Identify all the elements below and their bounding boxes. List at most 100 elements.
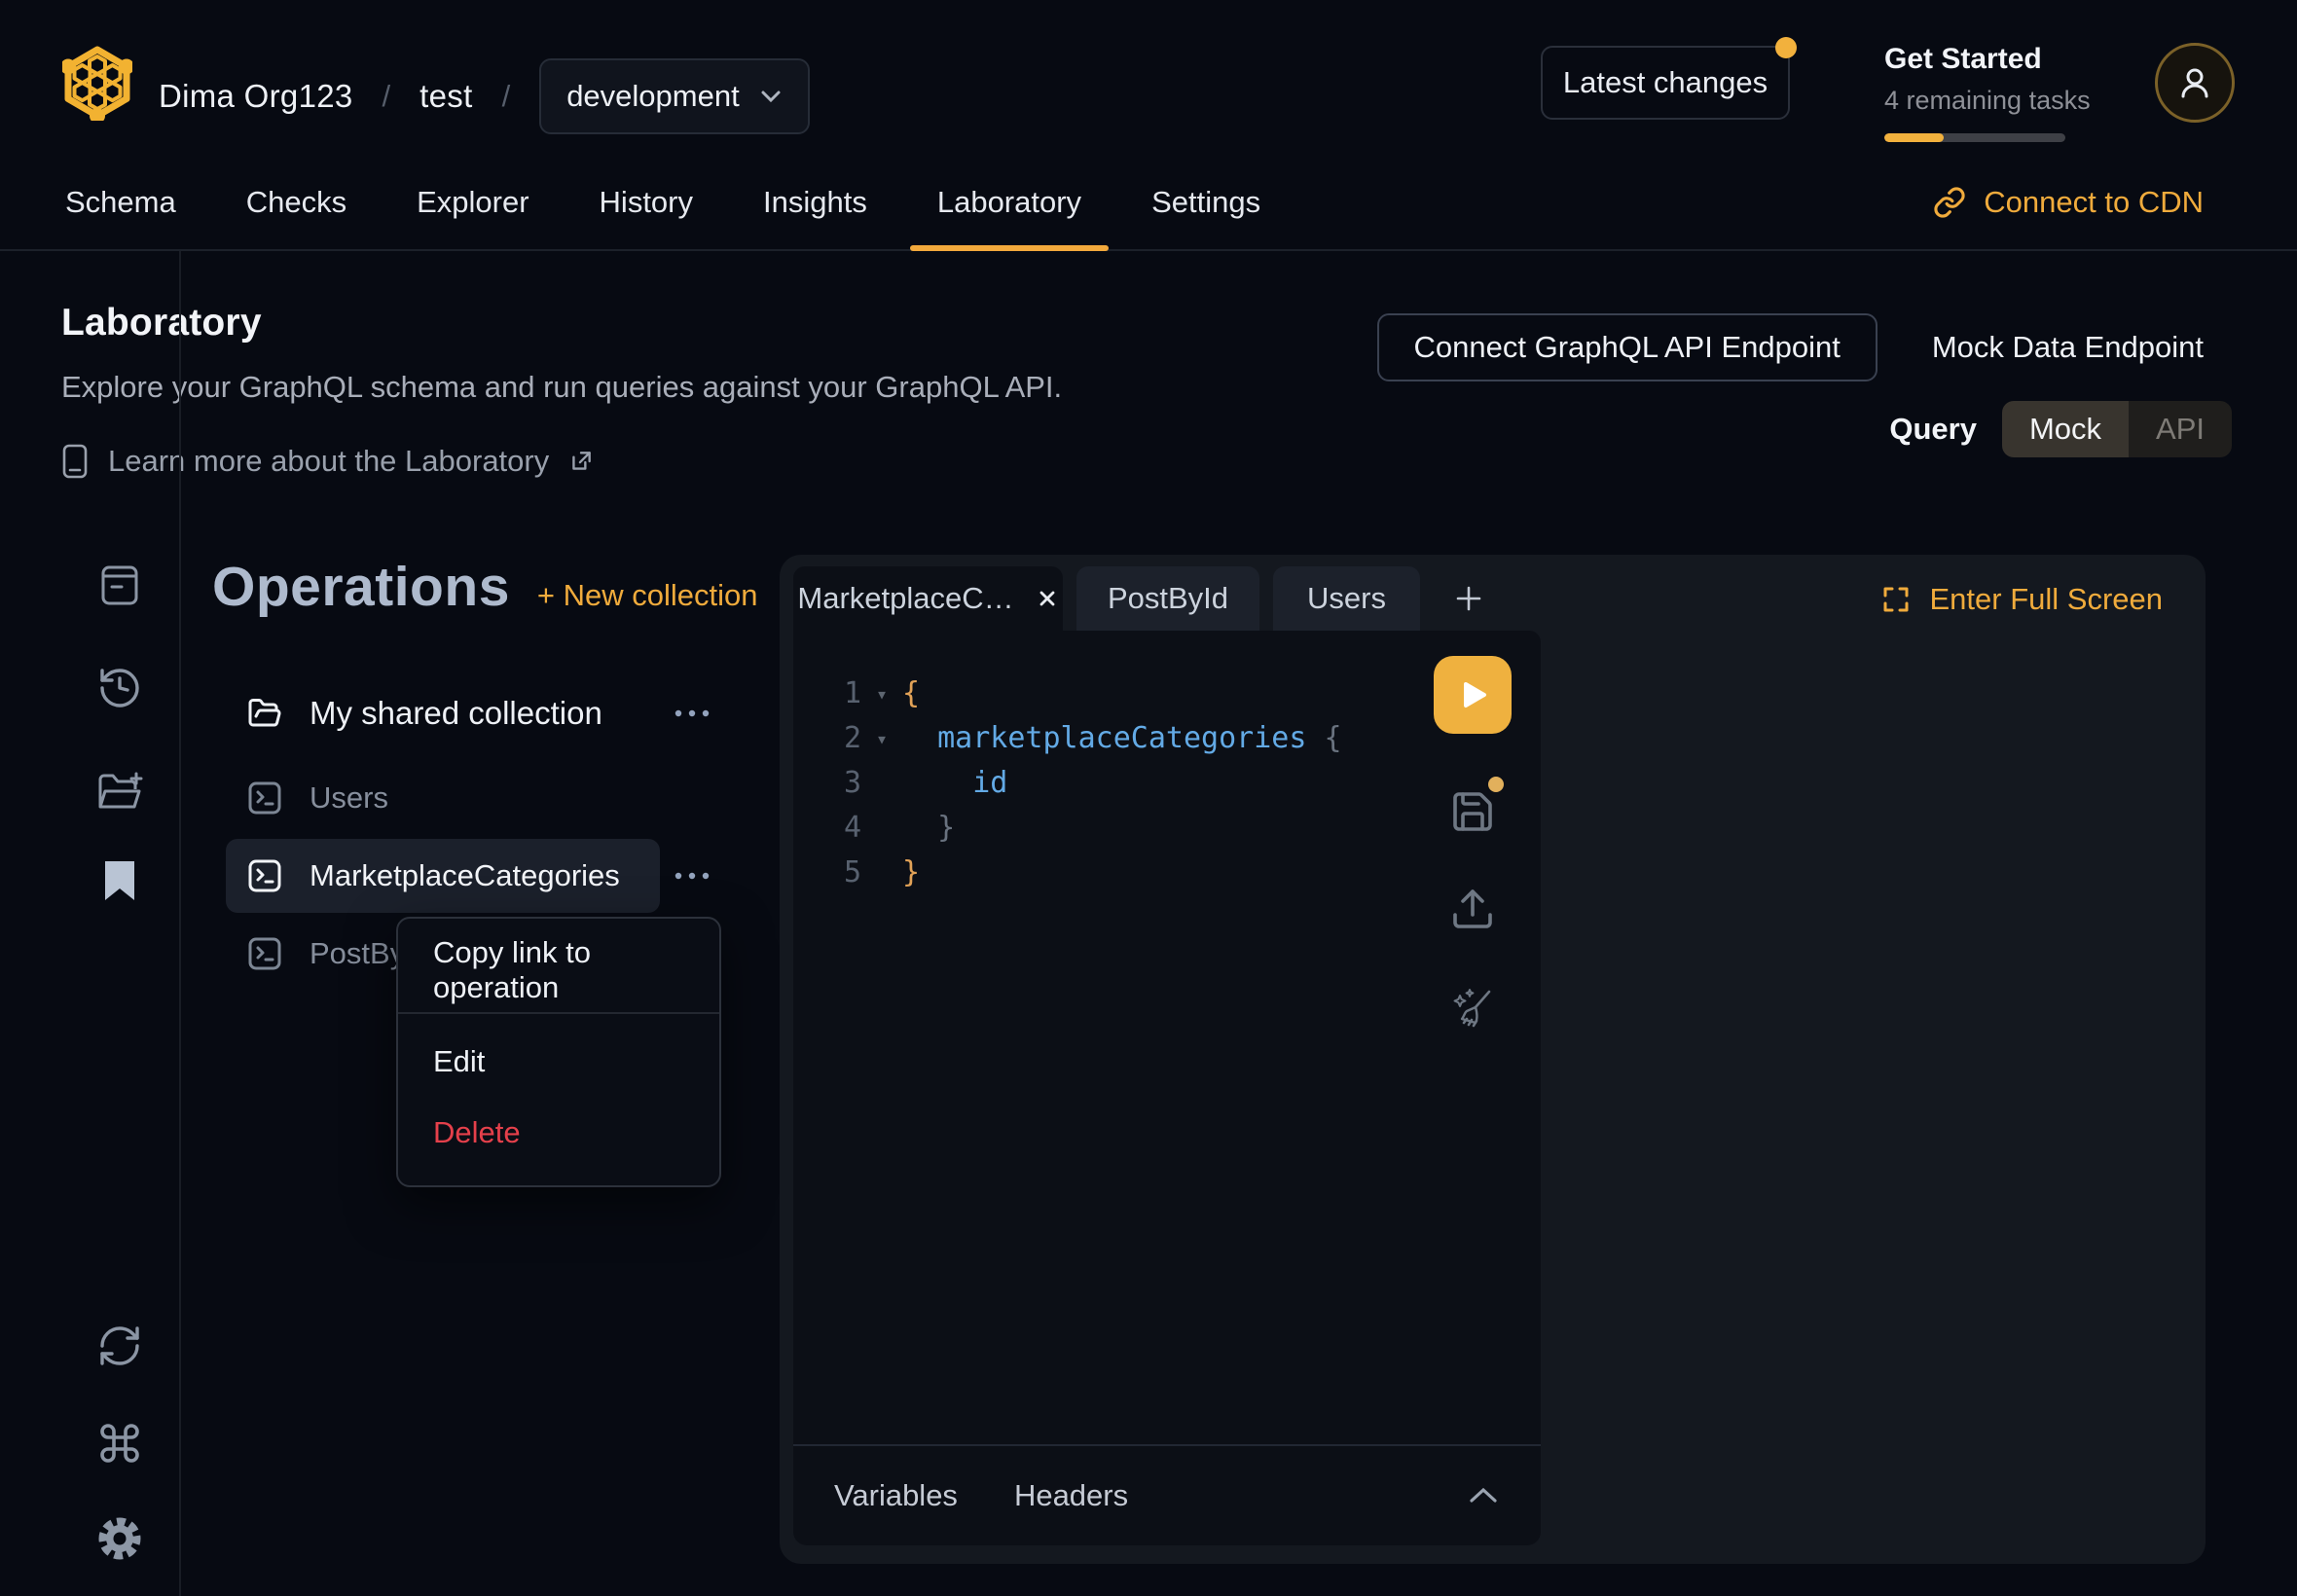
get-started-widget[interactable]: Get Started 4 remaining tasks [1884,43,2069,142]
progress-bar [1884,133,2065,142]
new-collection-link[interactable]: + New collection [537,578,758,613]
menu-item-copy-link[interactable]: Copy link to operation [398,934,719,1006]
fullscreen-icon [1881,585,1911,614]
breadcrumb-separator: / [502,79,511,114]
editor-tab-users[interactable]: Users [1273,566,1420,631]
code-line: 1 ▾ { [793,671,1541,716]
page-description: Explore your GraphQL schema and run quer… [61,370,1062,405]
operation-menu-button[interactable] [662,852,722,899]
operations-title: Operations [212,555,510,619]
sync-button[interactable] [93,1320,146,1372]
get-started-title: Get Started [1884,43,2069,76]
share-operation-button[interactable] [1445,882,1500,936]
code-line: 5 } [793,851,1541,895]
collection-toggle[interactable]: My shared collection [226,676,660,750]
operation-row-users: Users [212,761,777,835]
external-link-icon [568,449,594,474]
new-collection-button[interactable] [93,765,146,817]
query-editor[interactable]: 1 ▾ { 2 ▾ marketplaceCategories{ 3 id 4 [793,631,1541,1545]
code-token: id [972,766,1007,800]
enter-full-screen-label: Enter Full Screen [1930,582,2164,617]
tab-laboratory[interactable]: Laboratory [933,156,1085,249]
menu-item-delete[interactable]: Delete [398,1104,719,1162]
breadcrumb: Dima Org123 / test / development [159,58,810,134]
book-dash-icon [96,562,143,608]
query-mode-segmented-control: Mock API [2002,401,2232,457]
query-mode-toggle: Query Mock API [1889,401,2232,457]
laboratory-editor-panel: MarketplaceC… PostById Users Enter Fu [780,555,2206,1564]
saved-operations-button[interactable] [93,854,146,907]
graphql-hive-app: Dima Org123 / test / development Latest … [0,0,2297,1596]
operation-icon [245,934,284,973]
code-line: 4 } [793,806,1541,851]
run-query-button[interactable] [1434,656,1512,734]
menu-divider [398,1012,719,1014]
headers-tab[interactable]: Headers [1014,1478,1128,1513]
collection-menu-button[interactable] [662,690,722,737]
editor-tab-bar: MarketplaceC… PostById Users [793,566,1498,631]
tab-history[interactable]: History [596,156,697,249]
code-token: marketplaceCategories [937,721,1306,755]
progress-bar-fill [1884,133,1944,142]
query-mode-mock[interactable]: Mock [2002,401,2129,457]
code-area[interactable]: 1 ▾ { 2 ▾ marketplaceCategories{ 3 id 4 [793,631,1541,1444]
code-token: } [902,855,920,889]
collapse-panel-button[interactable] [1467,1485,1500,1506]
operation-users[interactable]: Users [226,761,660,835]
fold-gutter [861,851,902,895]
editor-tab-post-by-id[interactable]: PostById [1076,566,1259,631]
tab-checks[interactable]: Checks [242,156,350,249]
save-operation-button[interactable] [1445,784,1500,839]
user-avatar[interactable] [2155,43,2235,123]
code-line: 3 id [793,761,1541,806]
docs-button[interactable] [93,559,146,611]
learn-more-link[interactable]: Learn more about the Laboratory [61,444,1062,479]
breadcrumb-org[interactable]: Dima Org123 [159,78,353,115]
laboratory-side-rail [0,251,181,1596]
operation-icon [245,779,284,817]
breadcrumb-graph[interactable]: test [419,78,472,115]
new-tab-icon[interactable] [1440,566,1498,631]
tab-schema[interactable]: Schema [61,156,180,249]
settings-button[interactable] [93,1512,146,1565]
history-icon [96,665,143,711]
hive-logo-icon[interactable] [62,45,132,121]
query-mode-api[interactable]: API [2129,401,2232,457]
bookmark-icon [103,859,136,902]
history-button[interactable] [93,662,146,714]
tab-explorer[interactable]: Explorer [413,156,532,249]
fold-toggle-icon[interactable]: ▾ [861,671,902,716]
fold-toggle-icon[interactable]: ▾ [861,716,902,761]
link-icon [1933,186,1966,219]
notification-dot [1775,37,1797,58]
variant-selector[interactable]: development [539,58,810,134]
upload-icon [1449,886,1496,932]
editor-tab-label: Users [1307,581,1386,616]
shortcuts-button[interactable] [93,1417,146,1469]
close-tab-icon[interactable] [1036,587,1059,610]
latest-changes-button[interactable]: Latest changes [1541,46,1790,120]
enter-full-screen-link[interactable]: Enter Full Screen [1881,582,2164,617]
collection-name: My shared collection [310,695,602,732]
mock-data-endpoint-button[interactable]: Mock Data Endpoint [1932,330,2204,365]
variables-tab[interactable]: Variables [834,1478,958,1513]
tab-insights[interactable]: Insights [759,156,871,249]
operation-label: MarketplaceCategories [310,858,620,893]
connect-to-cdn-link[interactable]: Connect to CDN [1933,156,2204,249]
line-number: 1 [793,671,861,716]
tab-settings[interactable]: Settings [1148,156,1264,249]
code-line: 2 ▾ marketplaceCategories{ [793,716,1541,761]
operation-marketplace-categories[interactable]: MarketplaceCategories [226,839,660,913]
format-query-button[interactable] [1445,981,1500,1035]
code-token: { [902,676,920,710]
connect-graphql-endpoint-button[interactable]: Connect GraphQL API Endpoint [1377,313,1878,381]
menu-item-edit[interactable]: Edit [398,1020,719,1104]
line-number: 4 [793,806,861,851]
code-token: { [1324,721,1341,755]
editor-tab-marketplace-categories[interactable]: MarketplaceC… [793,566,1063,631]
operation-icon [245,856,284,895]
editor-tab-label: MarketplaceC… [797,581,1013,616]
operations-panel: Operations + New collection My shared co… [212,555,777,1236]
chevron-down-icon [759,89,783,104]
get-started-subtitle: 4 remaining tasks [1884,86,2069,116]
